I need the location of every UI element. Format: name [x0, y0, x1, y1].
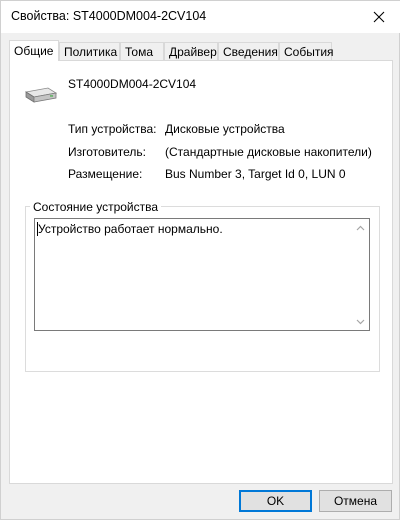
title-bar: Свойства: ST4000DM004-2CV104 [1, 1, 400, 33]
cancel-button[interactable]: Отмена [319, 490, 392, 512]
chevron-down-icon [356, 319, 365, 324]
device-type-value: Дисковые устройства [165, 122, 285, 136]
tab-volumes[interactable]: Тома [120, 42, 164, 60]
scroll-down-button[interactable] [352, 313, 369, 330]
device-name: ST4000DM004-2CV104 [68, 77, 197, 91]
vertical-scrollbar[interactable] [352, 219, 369, 330]
manufacturer-label: Изготовитель: [68, 145, 146, 159]
tab-general[interactable]: Общие [9, 40, 59, 61]
properties-dialog: Свойства: ST4000DM004-2CV104 Общие Полит… [0, 0, 400, 520]
device-type-label: Тип устройства: [68, 122, 157, 136]
location-label: Размещение: [68, 167, 143, 181]
close-icon [373, 11, 385, 23]
tab-details[interactable]: Сведения [218, 42, 279, 60]
window-title: Свойства: ST4000DM004-2CV104 [11, 9, 207, 23]
manufacturer-value: (Стандартные дисковые накопители) [165, 145, 372, 159]
tab-policy[interactable]: Политика [59, 42, 120, 60]
tab-events[interactable]: События [279, 42, 334, 60]
ok-button[interactable]: OK [239, 490, 312, 512]
scroll-up-button[interactable] [352, 219, 369, 236]
device-status-textbox[interactable]: Устройство работает нормально. [34, 218, 370, 331]
tab-panel-general: ST4000DM004-2CV104 Тип устройства: Диско… [9, 60, 393, 484]
location-value: Bus Number 3, Target Id 0, LUN 0 [165, 167, 346, 181]
tab-driver[interactable]: Драйвер [164, 42, 218, 60]
hard-drive-icon [24, 87, 58, 103]
device-status-legend: Состояние устройства [30, 200, 162, 214]
chevron-up-icon [356, 225, 365, 230]
tab-strip: Общие Политика Тома Драйвер Сведения Соб… [9, 40, 393, 61]
close-button[interactable] [357, 1, 400, 33]
device-status-text: Устройство работает нормально. [38, 222, 223, 236]
